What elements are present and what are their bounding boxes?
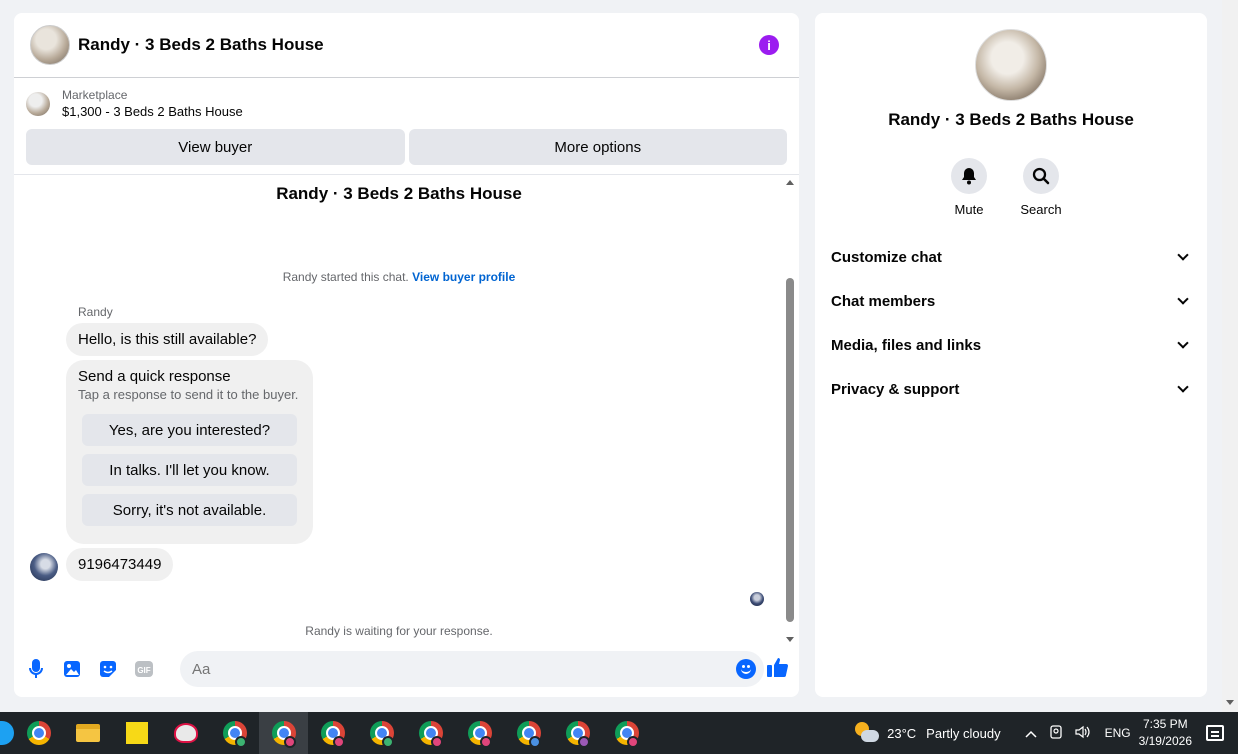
scroll-thumb[interactable] xyxy=(786,278,794,622)
taskbar-chrome-profile-icon[interactable] xyxy=(553,712,602,754)
chat-header: Randy · 3 Beds 2 Baths House i xyxy=(14,13,799,78)
search-icon xyxy=(1023,158,1059,194)
info-icon[interactable]: i xyxy=(759,35,779,55)
view-buyer-profile-link[interactable]: View buyer profile xyxy=(412,270,515,284)
thread-scrollbar[interactable] xyxy=(785,178,795,642)
menu-item-label: Media, files and links xyxy=(831,336,982,354)
search-label: Search xyxy=(1020,202,1062,217)
weather-temperature[interactable]: 23°C xyxy=(887,726,916,741)
system-message: Randy started this chat. View buyer prof… xyxy=(14,270,784,284)
chevron-down-icon xyxy=(1177,293,1189,305)
chevron-down-icon xyxy=(1177,381,1189,393)
waiting-status: Randy is waiting for your response. xyxy=(305,624,493,638)
privacy-support-item[interactable]: Privacy & support xyxy=(815,367,1207,411)
weather-partly-cloudy-icon[interactable] xyxy=(855,722,880,744)
message-input[interactable] xyxy=(180,660,720,678)
taskbar-paint-icon[interactable] xyxy=(161,712,210,754)
seen-indicator-avatar xyxy=(750,592,764,606)
menu-item-label: Privacy & support xyxy=(831,380,960,398)
page-scroll-down-arrow[interactable] xyxy=(1226,700,1234,705)
quick-response-subtitle: Tap a response to send it to the buyer. xyxy=(78,387,299,402)
thumbs-up-icon[interactable] xyxy=(767,657,789,682)
taskbar-chrome-profile-icon[interactable] xyxy=(308,712,357,754)
volume-icon[interactable] xyxy=(1074,725,1091,742)
gif-icon[interactable]: GIF xyxy=(134,659,154,679)
taskbar-edge-partial[interactable] xyxy=(0,712,14,754)
clock-date: 3/19/2026 xyxy=(1138,734,1192,748)
scroll-up-arrow[interactable] xyxy=(786,180,794,185)
message-composer: GIF xyxy=(14,648,799,690)
microphone-icon[interactable] xyxy=(26,659,46,679)
page-scrollbar[interactable] xyxy=(1222,0,1238,712)
listing-title: $1,300 - 3 Beds 2 Baths House xyxy=(62,104,243,119)
customize-chat-item[interactable]: Customize chat xyxy=(815,235,1207,279)
clock[interactable]: 7:35 PM 3/19/2026 xyxy=(1139,716,1192,750)
taskbar-chrome-profile-icon[interactable] xyxy=(602,712,651,754)
message-thread[interactable]: Randy · 3 Beds 2 Baths House Randy start… xyxy=(14,176,799,638)
message-input-container xyxy=(180,651,764,687)
mute-label: Mute xyxy=(954,202,984,217)
taskbar-chrome-profile-icon[interactable] xyxy=(504,712,553,754)
chevron-down-icon xyxy=(1177,337,1189,349)
chat-panel: Randy · 3 Beds 2 Baths House i Marketpla… xyxy=(14,13,799,697)
quick-response-title: Send a quick response xyxy=(78,368,231,385)
media-files-links-item[interactable]: Media, files and links xyxy=(815,323,1207,367)
image-icon[interactable] xyxy=(62,659,82,679)
taskbar-chrome-profile-icon[interactable] xyxy=(259,712,308,754)
more-options-button[interactable]: More options xyxy=(408,129,787,165)
sender-name: Randy xyxy=(78,305,113,319)
message-bubble[interactable]: Hello, is this still available? xyxy=(66,323,269,356)
details-menu: Customize chat Chat members Media, files… xyxy=(815,235,1207,411)
svg-text:GIF: GIF xyxy=(137,666,150,675)
message-bubble[interactable]: 9196473449 xyxy=(66,548,174,581)
mute-button[interactable]: Mute xyxy=(947,158,991,217)
taskbar-chrome-profile-icon[interactable] xyxy=(455,712,504,754)
language-indicator[interactable]: ENG xyxy=(1105,726,1131,740)
details-avatar[interactable] xyxy=(975,29,1047,101)
chat-title[interactable]: Randy · 3 Beds 2 Baths House xyxy=(78,35,759,55)
quick-response-card: Send a quick response Tap a response to … xyxy=(66,360,313,544)
chevron-up-icon[interactable] xyxy=(1025,726,1037,741)
scroll-down-arrow[interactable] xyxy=(786,637,794,642)
taskbar-folder-icon[interactable] xyxy=(63,712,112,754)
sender-avatar[interactable] xyxy=(30,553,58,581)
taskbar: 23°C Partly cloudy ENG 7:35 PM 3/19/2026 xyxy=(0,712,1238,754)
chat-avatar[interactable] xyxy=(30,25,70,65)
quick-response-not-available-button[interactable]: Sorry, it's not available. xyxy=(82,494,297,526)
taskbar-sticky-notes-icon[interactable] xyxy=(112,712,161,754)
clock-time: 7:35 PM xyxy=(1142,717,1188,731)
quick-response-in-talks-button[interactable]: In talks. I'll let you know. xyxy=(82,454,297,486)
chevron-down-icon xyxy=(1177,249,1189,261)
listing-category: Marketplace xyxy=(62,88,128,102)
sticker-icon[interactable] xyxy=(98,659,118,679)
taskbar-chrome-profile-icon[interactable] xyxy=(406,712,455,754)
view-buyer-button[interactable]: View buyer xyxy=(26,129,405,165)
taskbar-chrome-profile-icon[interactable] xyxy=(357,712,406,754)
conversation-title: Randy · 3 Beds 2 Baths House xyxy=(276,184,522,203)
menu-item-label: Chat members xyxy=(831,292,936,310)
weather-description[interactable]: Partly cloudy xyxy=(926,726,1000,741)
emoji-icon[interactable] xyxy=(736,659,756,679)
meet-camera-icon[interactable] xyxy=(1049,724,1063,742)
system-tray: 23°C Partly cloudy ENG 7:35 PM 3/19/2026 xyxy=(855,712,1238,754)
details-actions: Mute Search xyxy=(947,158,1063,217)
taskbar-chrome-profile-icon[interactable] xyxy=(210,712,259,754)
system-message-text: Randy started this chat. xyxy=(282,270,409,284)
details-title: Randy · 3 Beds 2 Baths House xyxy=(888,110,1134,129)
quick-response-yes-button[interactable]: Yes, are you interested? xyxy=(82,414,297,446)
notification-icon[interactable] xyxy=(1206,725,1224,741)
listing-thumbnail xyxy=(26,91,50,116)
menu-item-label: Customize chat xyxy=(831,248,942,266)
search-button[interactable]: Search xyxy=(1019,158,1063,217)
taskbar-chrome-icon[interactable] xyxy=(14,712,63,754)
chat-members-item[interactable]: Chat members xyxy=(815,279,1207,323)
listing-banner: Marketplace $1,300 - 3 Beds 2 Baths Hous… xyxy=(14,78,799,175)
chat-details-panel: Randy · 3 Beds 2 Baths House Mute Search… xyxy=(815,13,1207,697)
bell-icon xyxy=(951,158,987,194)
